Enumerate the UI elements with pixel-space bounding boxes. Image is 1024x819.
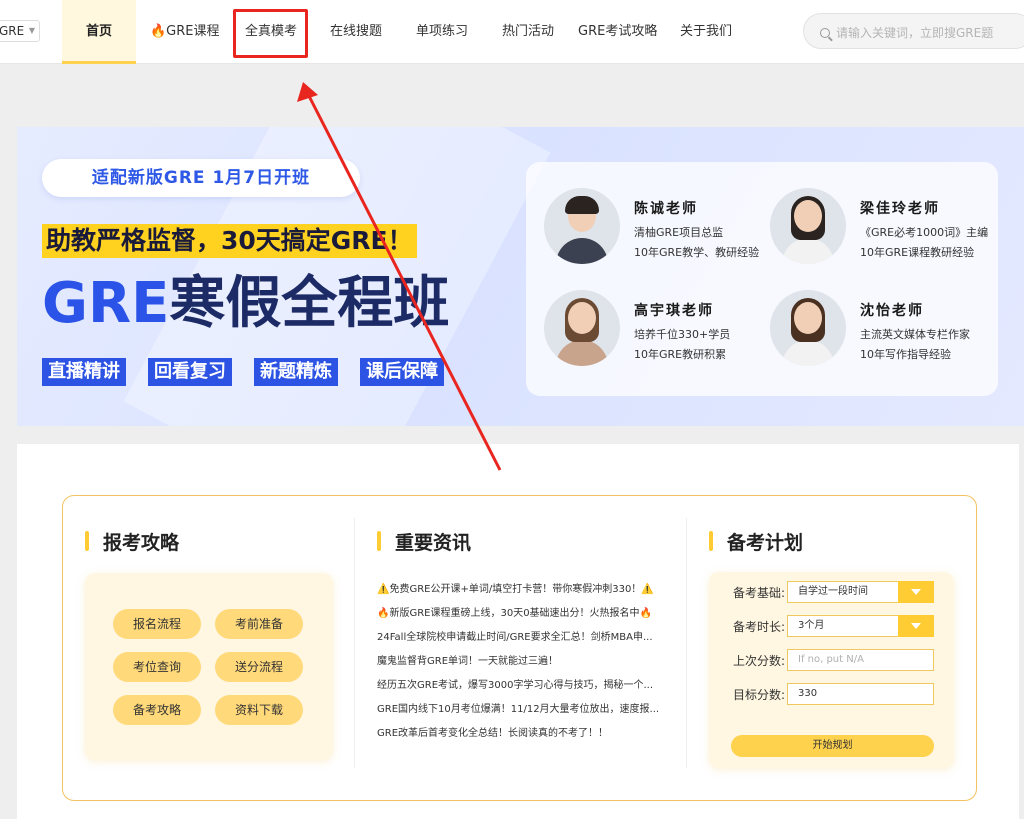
annotation-arrow [297, 82, 502, 471]
annotation-arrow-head [297, 82, 318, 102]
annotation-arrow-line [307, 95, 502, 471]
